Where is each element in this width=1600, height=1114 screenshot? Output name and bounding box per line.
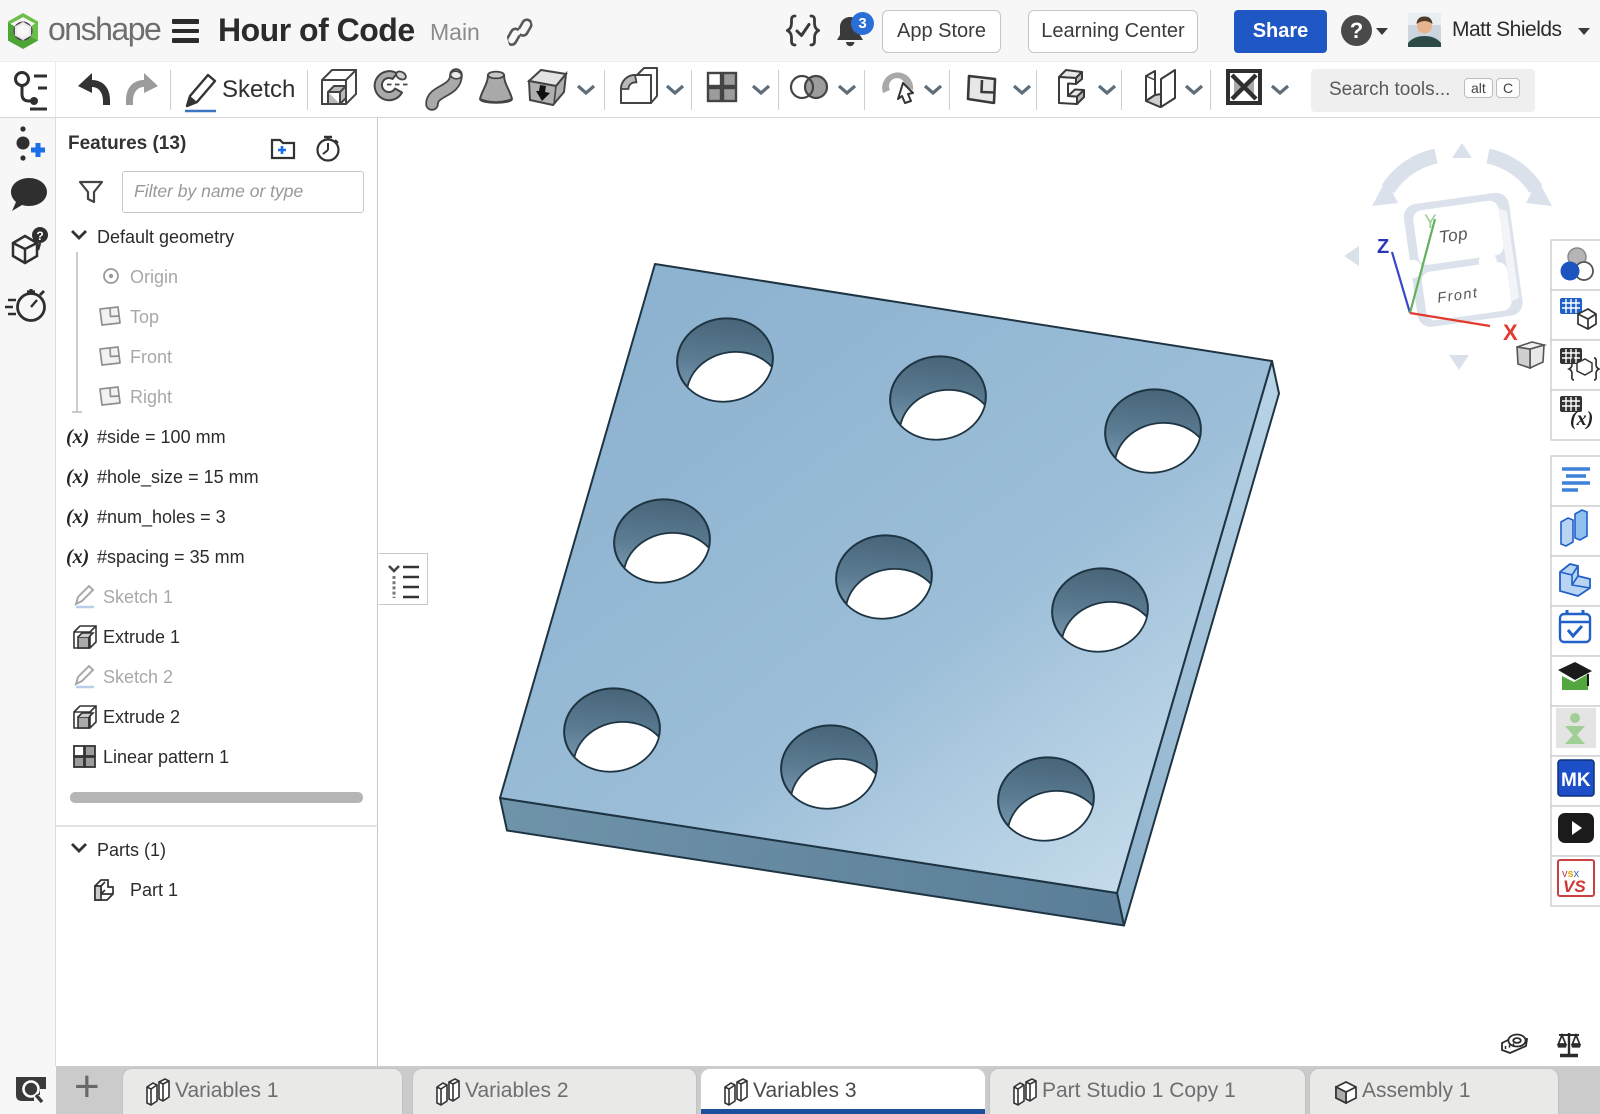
svg-text:X: X [1503, 320, 1518, 345]
svg-text:VS: VS [1563, 877, 1586, 896]
svg-text:(x): (x) [66, 426, 89, 448]
svg-text:(x): (x) [66, 466, 89, 488]
svg-text:(x): (x) [66, 546, 89, 568]
svg-text:?: ? [36, 229, 43, 243]
svg-text:(x): (x) [66, 506, 89, 528]
svg-text:(x): (x) [1570, 408, 1593, 430]
svg-text:Y: Y [1424, 212, 1437, 233]
svg-text:Z: Z [1377, 236, 1389, 258]
svg-text:Top: Top [1438, 224, 1470, 247]
svg-text:MK: MK [1561, 770, 1591, 791]
